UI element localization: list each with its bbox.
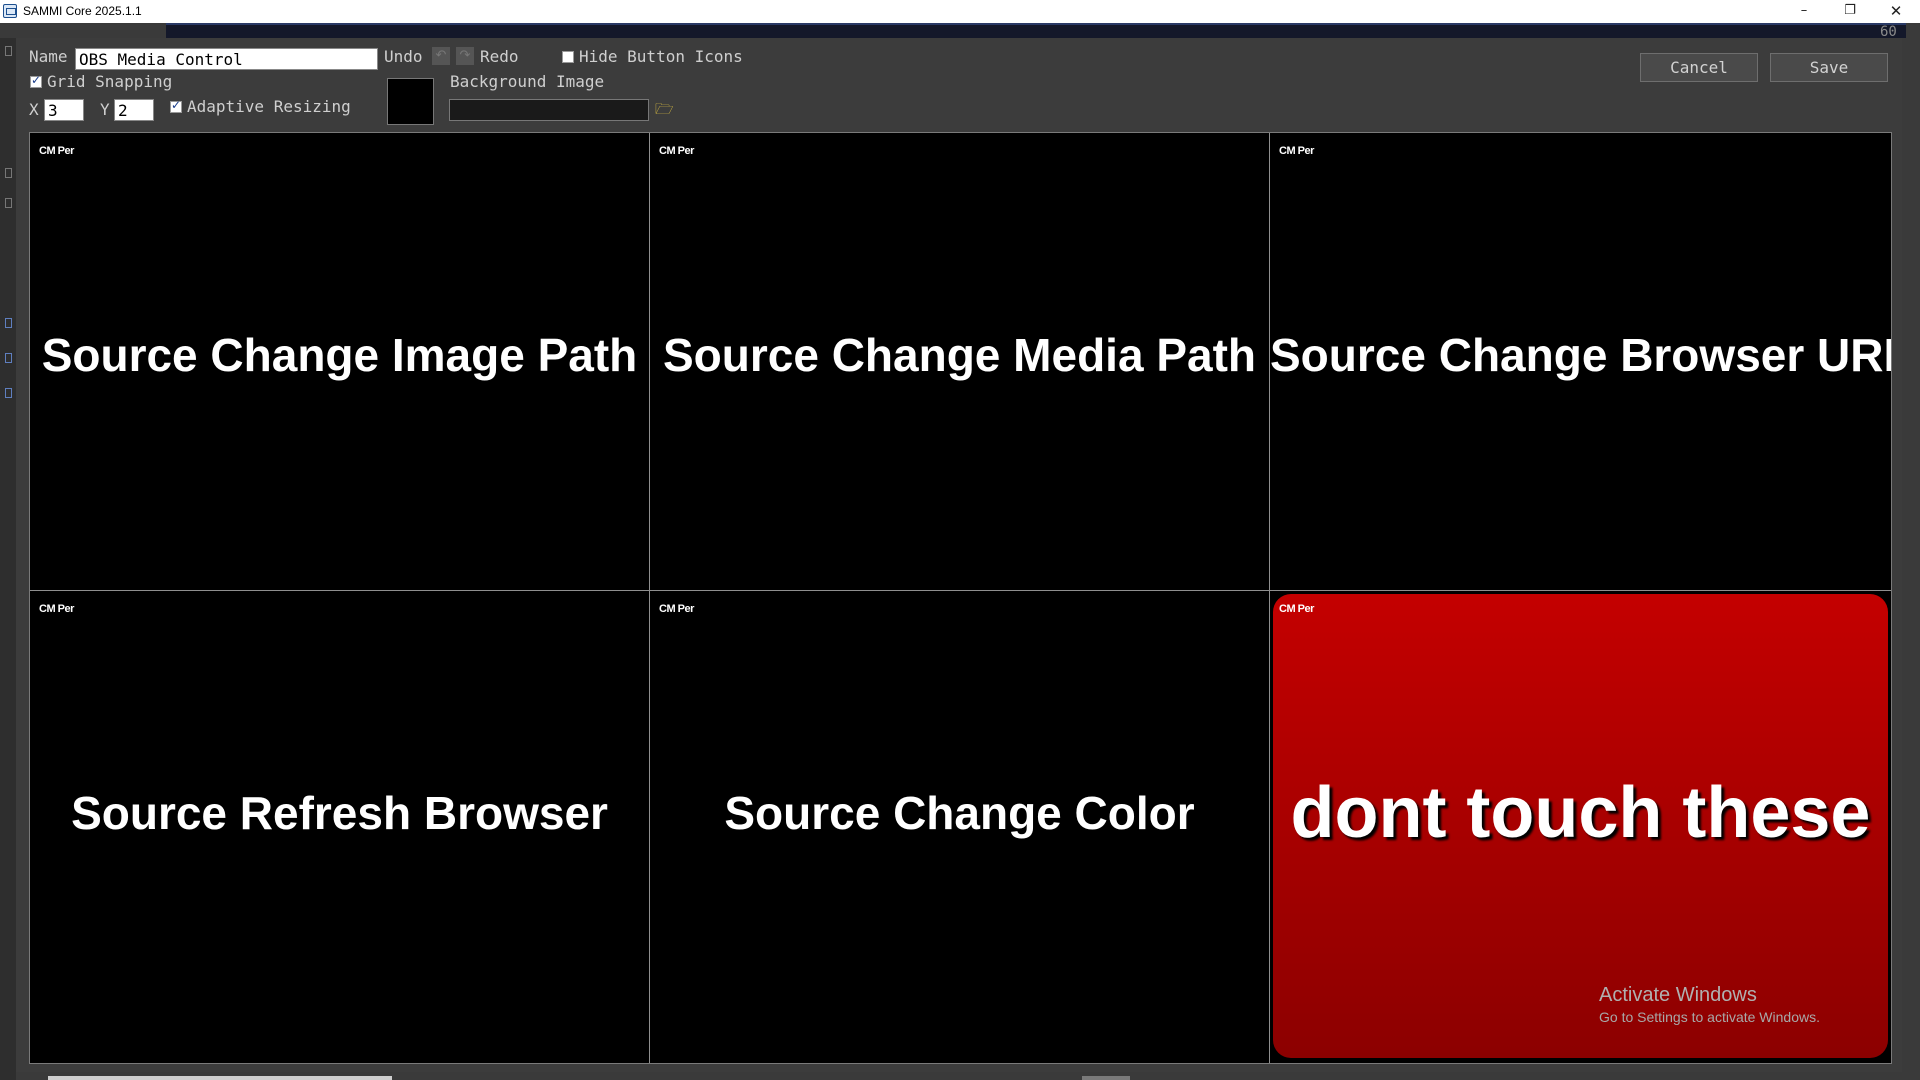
button-badge: CM Per: [1279, 145, 1314, 157]
background-color-swatch[interactable]: [387, 78, 434, 125]
deck-button-label: dont touch these: [1290, 773, 1871, 853]
background-app-sidebar: [0, 38, 16, 1080]
deck-grid: CM Per Source Change Image Path CM Per S…: [29, 132, 1892, 1064]
deck-button-source-change-image-path[interactable]: CM Per Source Change Image Path: [30, 133, 649, 590]
watermark-title: Activate Windows: [1599, 984, 1757, 1006]
horizontal-scrollbar-thumb[interactable]: [1082, 1076, 1130, 1080]
button-badge: CM Per: [1279, 603, 1314, 615]
sidebar-marker: [5, 168, 12, 178]
redo-icon[interactable]: ↷: [456, 47, 474, 65]
background-app-strip: [166, 23, 1906, 38]
grid-y-input[interactable]: [114, 99, 154, 121]
deck-button-label: Source Change Image Path: [41, 329, 638, 381]
undo-icon[interactable]: ↶: [432, 47, 450, 65]
deck-name-input[interactable]: [75, 48, 378, 70]
window-title: SAMMI Core 2025.1.1: [23, 4, 142, 18]
sidebar-marker: [5, 198, 12, 208]
watermark-subtitle: Go to Settings to activate Windows.: [1599, 1009, 1820, 1025]
name-label: Name: [29, 47, 68, 66]
deck-button-label: Source Change Color: [724, 787, 1195, 839]
deck-button-label: Source Change Browser URL: [1270, 329, 1891, 381]
hide-button-icons-checkbox[interactable]: [562, 51, 574, 63]
undo-label: Undo: [384, 47, 423, 66]
adaptive-resizing-checkbox[interactable]: [170, 98, 182, 113]
title-bar: SAMMI Core 2025.1.1 – ❐ ✕: [0, 0, 1920, 23]
button-badge: CM Per: [659, 603, 694, 615]
x-label: X: [29, 100, 39, 119]
sidebar-marker: [5, 46, 12, 56]
cancel-button[interactable]: Cancel: [1640, 53, 1758, 82]
deck-editor-dialog: Name Undo ↶ ↷ Redo Hide Button Icons Gri…: [16, 38, 1902, 1072]
deck-button-source-change-media-path[interactable]: CM Per Source Change Media Path: [650, 133, 1269, 590]
deck-button-source-change-color[interactable]: CM Per Source Change Color: [650, 591, 1269, 1063]
button-badge: CM Per: [659, 145, 694, 157]
activate-windows-watermark: Activate Windows Go to Settings to activ…: [1599, 984, 1820, 1025]
app-icon: [3, 4, 17, 18]
y-label: Y: [100, 100, 110, 119]
grid-x-input[interactable]: [44, 99, 84, 121]
background-image-input[interactable]: [449, 99, 649, 121]
hide-button-icons-label: Hide Button Icons: [579, 47, 743, 66]
background-image-label: Background Image: [450, 72, 605, 91]
sidebar-marker: [5, 388, 12, 398]
sidebar-marker: [5, 318, 12, 328]
redo-label: Redo: [480, 47, 519, 66]
sidebar-marker: [5, 353, 12, 363]
minimize-button[interactable]: –: [1781, 0, 1827, 23]
grid-snapping-label: Grid Snapping: [47, 72, 173, 91]
deck-button-label: Source Refresh Browser: [71, 787, 608, 839]
restore-button[interactable]: ❐: [1827, 0, 1873, 23]
horizontal-scrollbar[interactable]: [48, 1076, 392, 1080]
deck-button-source-refresh-browser[interactable]: CM Per Source Refresh Browser: [30, 591, 649, 1063]
button-badge: CM Per: [39, 145, 74, 157]
close-button[interactable]: ✕: [1873, 0, 1919, 23]
deck-button-source-change-browser-url[interactable]: CM Per Source Change Browser URL: [1270, 133, 1891, 590]
adaptive-resizing-label: Adaptive Resizing: [187, 97, 351, 116]
folder-icon[interactable]: 🗁: [655, 99, 675, 118]
grid-snapping-checkbox[interactable]: [30, 73, 42, 88]
deck-button-label: Source Change Media Path: [662, 329, 1256, 381]
save-button[interactable]: Save: [1770, 53, 1888, 82]
button-badge: CM Per: [39, 603, 74, 615]
